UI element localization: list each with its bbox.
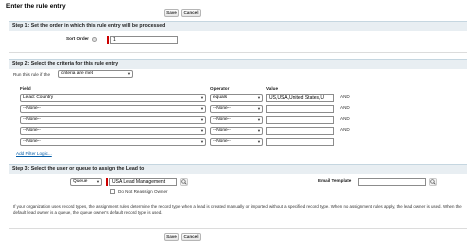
field-select[interactable]: --None-- ▼ <box>20 127 206 135</box>
lookup-icon[interactable] <box>180 178 188 186</box>
and-label: AND <box>340 116 350 121</box>
save-button-top[interactable]: Save <box>164 9 179 17</box>
operator-select[interactable]: --None-- ▼ <box>210 138 263 146</box>
value-input[interactable]: US,USA,United States,U <box>266 94 334 102</box>
lookup-icon[interactable] <box>429 178 437 186</box>
do-not-reassign-label: Do Not Reassign Owner <box>118 189 168 194</box>
operator-select[interactable]: equals ▼ <box>210 94 263 102</box>
step3-header: Step 3: Select the user or queue to assi… <box>9 164 467 174</box>
value-input[interactable] <box>266 127 334 135</box>
assignee-type-select[interactable]: Queue ▼ <box>70 178 102 186</box>
do-not-reassign-checkbox[interactable] <box>110 189 115 194</box>
field-value: --None-- <box>23 139 41 144</box>
page-title: Enter the rule entry <box>6 3 66 10</box>
and-label: AND <box>340 94 350 99</box>
add-filter-logic-link[interactable]: Add Filter Logic... <box>16 151 52 156</box>
required-indicator <box>106 178 108 186</box>
step1-header: Step 1: Set the order in which this rule… <box>9 21 467 31</box>
operator-select[interactable]: --None-- ▼ <box>210 116 263 124</box>
sort-order-input[interactable]: 1 <box>110 36 178 44</box>
chevron-down-icon: ▼ <box>96 179 100 184</box>
run-if-label: Run this rule if the <box>13 72 51 77</box>
operator-select[interactable]: --None-- ▼ <box>210 105 263 113</box>
field-select[interactable]: Lead: Country ▼ <box>20 94 206 102</box>
field-value: --None-- <box>23 128 41 133</box>
divider <box>9 228 467 229</box>
and-label: AND <box>340 105 350 110</box>
chevron-down-icon: ▼ <box>200 95 204 100</box>
step1-title: Step 1: Set the order in which this rule… <box>12 23 166 29</box>
footer-note: If your organization uses record types, … <box>13 204 462 215</box>
sort-order-label: Sort Order <box>66 36 89 41</box>
required-indicator <box>107 36 109 44</box>
chevron-down-icon: ▼ <box>257 139 261 144</box>
field-select[interactable]: --None-- ▼ <box>20 105 206 113</box>
email-template-input[interactable] <box>358 178 426 186</box>
help-icon[interactable] <box>92 37 97 42</box>
chevron-down-icon: ▼ <box>257 117 261 122</box>
assignee-type-value: Queue <box>73 179 88 184</box>
chevron-down-icon: ▼ <box>127 71 131 76</box>
operator-value: --None-- <box>213 117 231 122</box>
run-if-value: criteria are met <box>61 71 93 76</box>
operator-select[interactable]: --None-- ▼ <box>210 127 263 135</box>
step2-header: Step 2: Select the criteria for this rul… <box>9 59 467 69</box>
cancel-button-bottom[interactable]: Cancel <box>181 233 201 241</box>
field-value: Lead: Country <box>23 95 54 100</box>
and-label: AND <box>340 127 350 132</box>
chevron-down-icon: ▼ <box>257 128 261 133</box>
value-input[interactable] <box>266 105 334 113</box>
value-column-header: Value <box>266 86 279 91</box>
step2-title: Step 2: Select the criteria for this rul… <box>12 61 119 67</box>
chevron-down-icon: ▼ <box>200 106 204 111</box>
operator-value: --None-- <box>213 128 231 133</box>
step3-title: Step 3: Select the user or queue to assi… <box>12 166 145 172</box>
run-if-select[interactable]: criteria are met ▼ <box>58 70 133 78</box>
field-select[interactable]: --None-- ▼ <box>20 116 206 124</box>
field-value: --None-- <box>23 106 41 111</box>
value-input[interactable] <box>266 138 334 146</box>
value-input[interactable] <box>266 116 334 124</box>
field-value: --None-- <box>23 117 41 122</box>
chevron-down-icon: ▼ <box>200 117 204 122</box>
cancel-button-top[interactable]: Cancel <box>181 9 201 17</box>
field-column-header: Field <box>20 86 31 91</box>
operator-value: --None-- <box>213 106 231 111</box>
divider <box>9 52 467 53</box>
field-select[interactable]: --None-- ▼ <box>20 138 206 146</box>
chevron-down-icon: ▼ <box>257 95 261 100</box>
operator-column-header: Operator <box>210 86 230 91</box>
save-button-bottom[interactable]: Save <box>164 233 179 241</box>
chevron-down-icon: ▼ <box>200 128 204 133</box>
chevron-down-icon: ▼ <box>200 139 204 144</box>
operator-value: equals <box>213 95 228 100</box>
chevron-down-icon: ▼ <box>257 106 261 111</box>
operator-value: --None-- <box>213 139 231 144</box>
email-template-label: Email Template <box>318 178 352 183</box>
assignee-input[interactable]: USA Lead Management <box>109 178 177 186</box>
